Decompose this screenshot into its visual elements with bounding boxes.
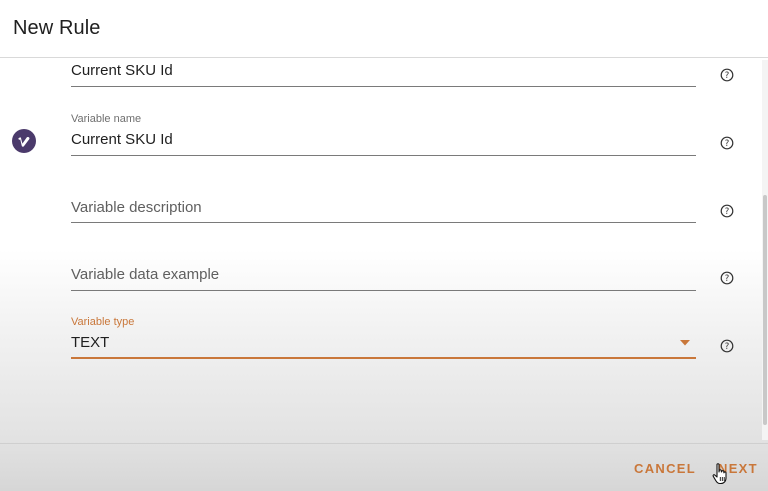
variable-name-value: Current SKU Id: [71, 131, 173, 148]
svg-text:?: ?: [725, 71, 730, 81]
help-icon[interactable]: ?: [720, 204, 734, 218]
help-icon[interactable]: ?: [720, 136, 734, 150]
help-icon[interactable]: ?: [720, 68, 734, 82]
scrollbar-thumb[interactable]: [763, 195, 767, 425]
caret-down-icon[interactable]: [679, 339, 691, 347]
cancel-button[interactable]: CANCEL: [634, 461, 696, 476]
variable-type-underline: [71, 357, 696, 359]
variable-description-underline: [71, 222, 696, 223]
variable-name-label: Variable name: [71, 113, 142, 125]
variable-data-example-placeholder: Variable data example: [71, 266, 220, 283]
variable-name-field[interactable]: Variable name Current SKU Id: [71, 112, 696, 158]
variable-data-example-underline: [71, 290, 696, 291]
source-field-underline: [71, 86, 696, 87]
variable-data-example-field[interactable]: Variable data example: [71, 259, 696, 293]
dialog-title: New Rule: [13, 17, 101, 39]
variable-name-underline: [71, 155, 696, 156]
vimeo-icon: [12, 129, 36, 153]
variable-type-value: TEXT: [71, 334, 110, 351]
dialog-header: New Rule: [0, 0, 768, 58]
svg-text:?: ?: [725, 139, 730, 149]
svg-text:?: ?: [725, 207, 730, 217]
variable-type-label: Variable type: [71, 316, 135, 328]
variable-type-select[interactable]: Variable type TEXT: [71, 315, 696, 361]
source-field-value: Current SKU Id: [71, 62, 173, 79]
svg-text:?: ?: [725, 342, 730, 352]
svg-text:?: ?: [725, 274, 730, 284]
help-icon[interactable]: ?: [720, 339, 734, 353]
help-icon[interactable]: ?: [720, 271, 734, 285]
variable-description-field[interactable]: Variable description: [71, 192, 696, 226]
hand-cursor-icon: [712, 463, 727, 485]
variable-description-placeholder: Variable description: [71, 199, 202, 216]
source-field[interactable]: Current SKU Id: [71, 58, 696, 90]
